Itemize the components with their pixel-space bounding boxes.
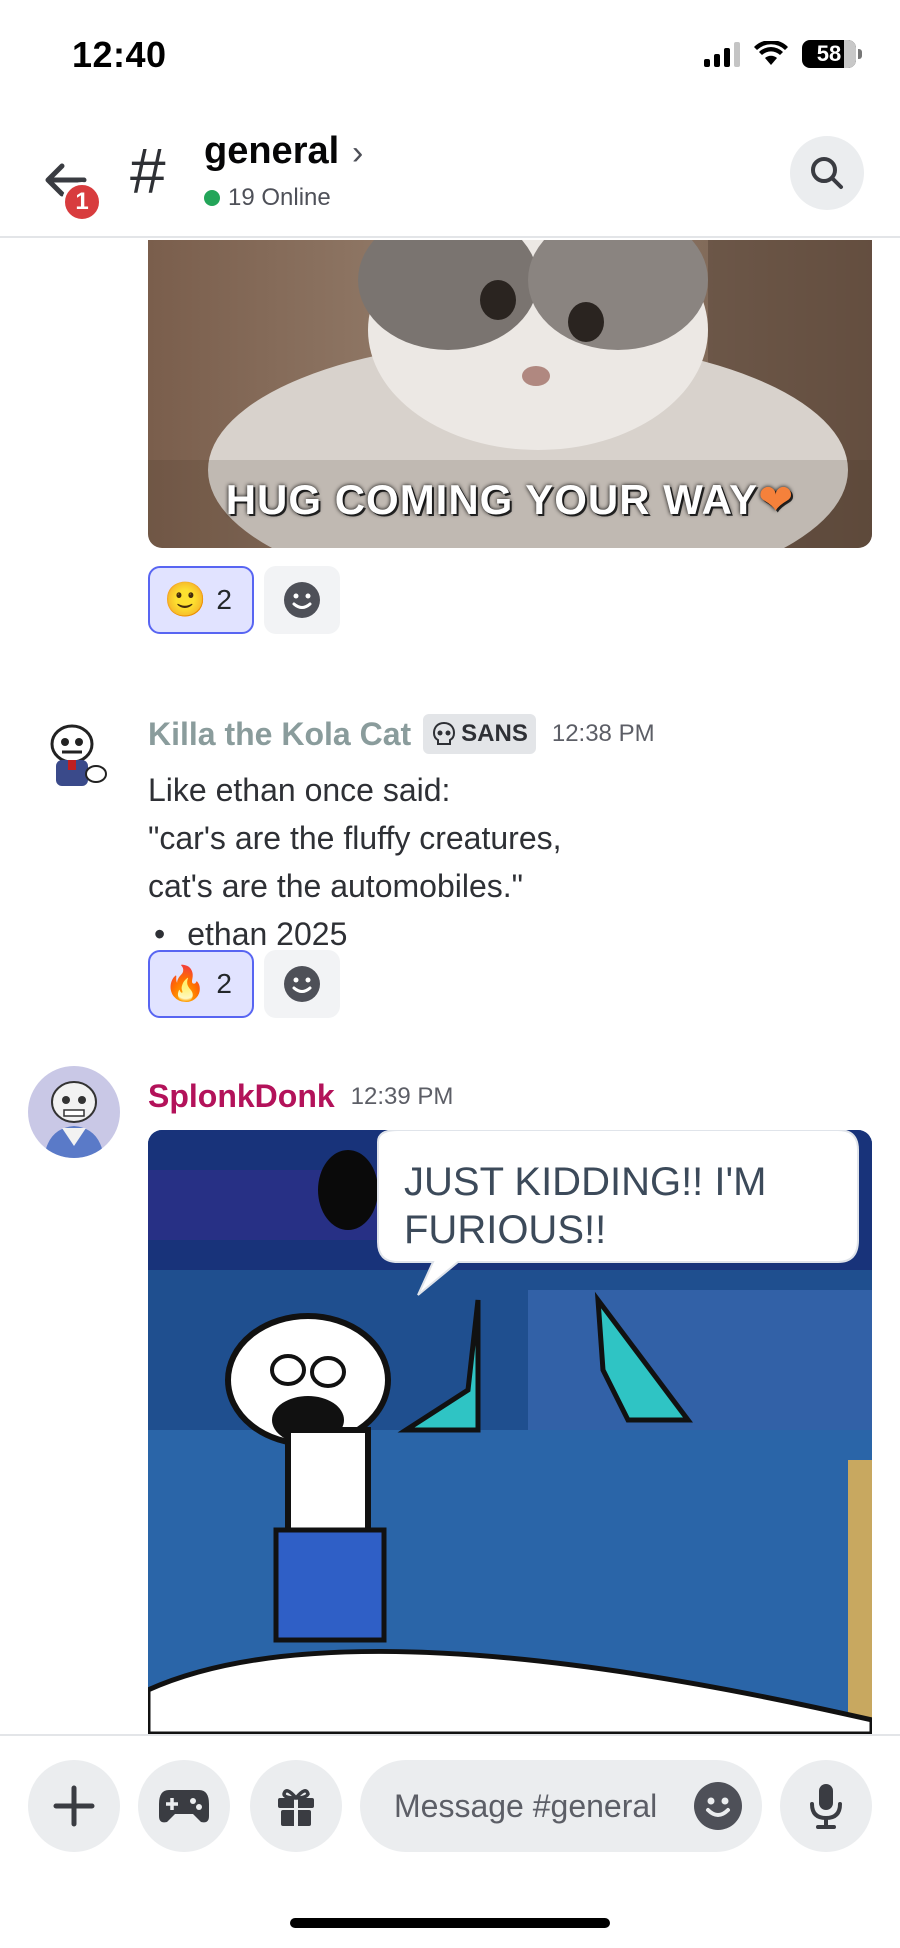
emoji-picker-button[interactable] xyxy=(694,1782,742,1830)
avatar-killa[interactable] xyxy=(28,710,120,802)
online-dot-icon xyxy=(204,190,220,206)
chevron-right-icon[interactable]: › xyxy=(352,134,363,173)
message-line: Like ethan once said: xyxy=(148,772,451,808)
message-header: Killa the Kola Cat SANS 12:38 PM xyxy=(148,714,655,754)
orange-heart-icon: ❤ xyxy=(758,476,795,523)
reaction-emoji: 🙂 xyxy=(164,581,207,619)
hug-gif[interactable]: HUG COMING YOUR WAY❤ xyxy=(148,240,872,548)
microphone-icon xyxy=(810,1784,842,1829)
message-timestamp: 12:39 PM xyxy=(350,1082,454,1110)
skull-icon xyxy=(433,721,456,745)
reaction-count: 2 xyxy=(216,584,232,615)
message-line: "car's are the fluffy creatures, xyxy=(148,820,562,856)
add-reaction-button[interactable] xyxy=(264,950,340,1018)
status-bar: 12:40 58 xyxy=(0,0,900,110)
guild-tag-label: SANS xyxy=(461,720,528,747)
reaction-fire[interactable]: 🔥 2 xyxy=(148,950,254,1018)
online-count: 19 Online xyxy=(228,184,331,211)
reaction-slightly-smiling[interactable]: 🙂 2 xyxy=(148,566,254,634)
voice-message-button[interactable] xyxy=(780,1760,872,1852)
gif-caption: HUG COMING YOUR WAY❤ xyxy=(225,476,795,523)
message-timestamp: 12:38 PM xyxy=(551,720,655,747)
avatar-splonkdonk[interactable] xyxy=(28,1066,120,1158)
unread-badge: 1 xyxy=(62,182,102,222)
activities-button[interactable] xyxy=(138,1760,230,1852)
message-input-container[interactable] xyxy=(360,1760,762,1852)
channel-name[interactable]: general xyxy=(204,130,339,173)
plus-icon xyxy=(53,1785,95,1827)
add-emoji-icon xyxy=(284,582,320,618)
author-name[interactable]: SplonkDonk xyxy=(148,1078,335,1115)
search-icon xyxy=(811,157,843,189)
channel-header: 1 # general › 19 Online xyxy=(0,110,900,238)
status-icons: 58 xyxy=(704,40,862,68)
guild-tag[interactable]: SANS xyxy=(423,714,536,754)
home-indicator xyxy=(290,1918,610,1928)
gamepad-icon xyxy=(159,1790,209,1823)
message-list[interactable]: HUG COMING YOUR WAY❤ 🙂 2 Killa the Kola … xyxy=(0,240,900,1734)
battery-icon: 58 xyxy=(802,40,862,68)
search-button[interactable] xyxy=(790,136,864,210)
reaction-bar: 🙂 2 xyxy=(148,566,340,634)
message-input[interactable] xyxy=(394,1760,694,1852)
message-line: cat's are the automobiles." xyxy=(148,868,523,904)
author-name[interactable]: Killa the Kola Cat xyxy=(148,716,411,753)
gift-button[interactable] xyxy=(250,1760,342,1852)
reaction-count: 2 xyxy=(216,968,232,999)
status-time: 12:40 xyxy=(72,34,167,75)
wifi-icon xyxy=(754,41,788,65)
cellular-signal-icon xyxy=(704,41,740,67)
add-reaction-button[interactable] xyxy=(264,566,340,634)
image-speech-text: JUST KIDDING!! I'M FURIOUS!! xyxy=(404,1160,767,1252)
message-content: Like ethan once said: "car's are the flu… xyxy=(148,766,562,958)
add-emoji-icon xyxy=(284,966,320,1002)
reaction-bar: 🔥 2 xyxy=(148,950,340,1018)
emoji-icon xyxy=(706,1797,730,1817)
message-header: SplonkDonk 12:39 PM xyxy=(148,1078,453,1115)
reaction-emoji: 🔥 xyxy=(164,965,207,1003)
gift-icon xyxy=(278,1789,314,1826)
online-status: 19 Online xyxy=(204,184,331,212)
message-composer xyxy=(0,1734,900,1948)
battery-level: 58 xyxy=(816,41,842,66)
attach-button[interactable] xyxy=(28,1760,120,1852)
channel-hash-icon: # xyxy=(130,135,166,207)
